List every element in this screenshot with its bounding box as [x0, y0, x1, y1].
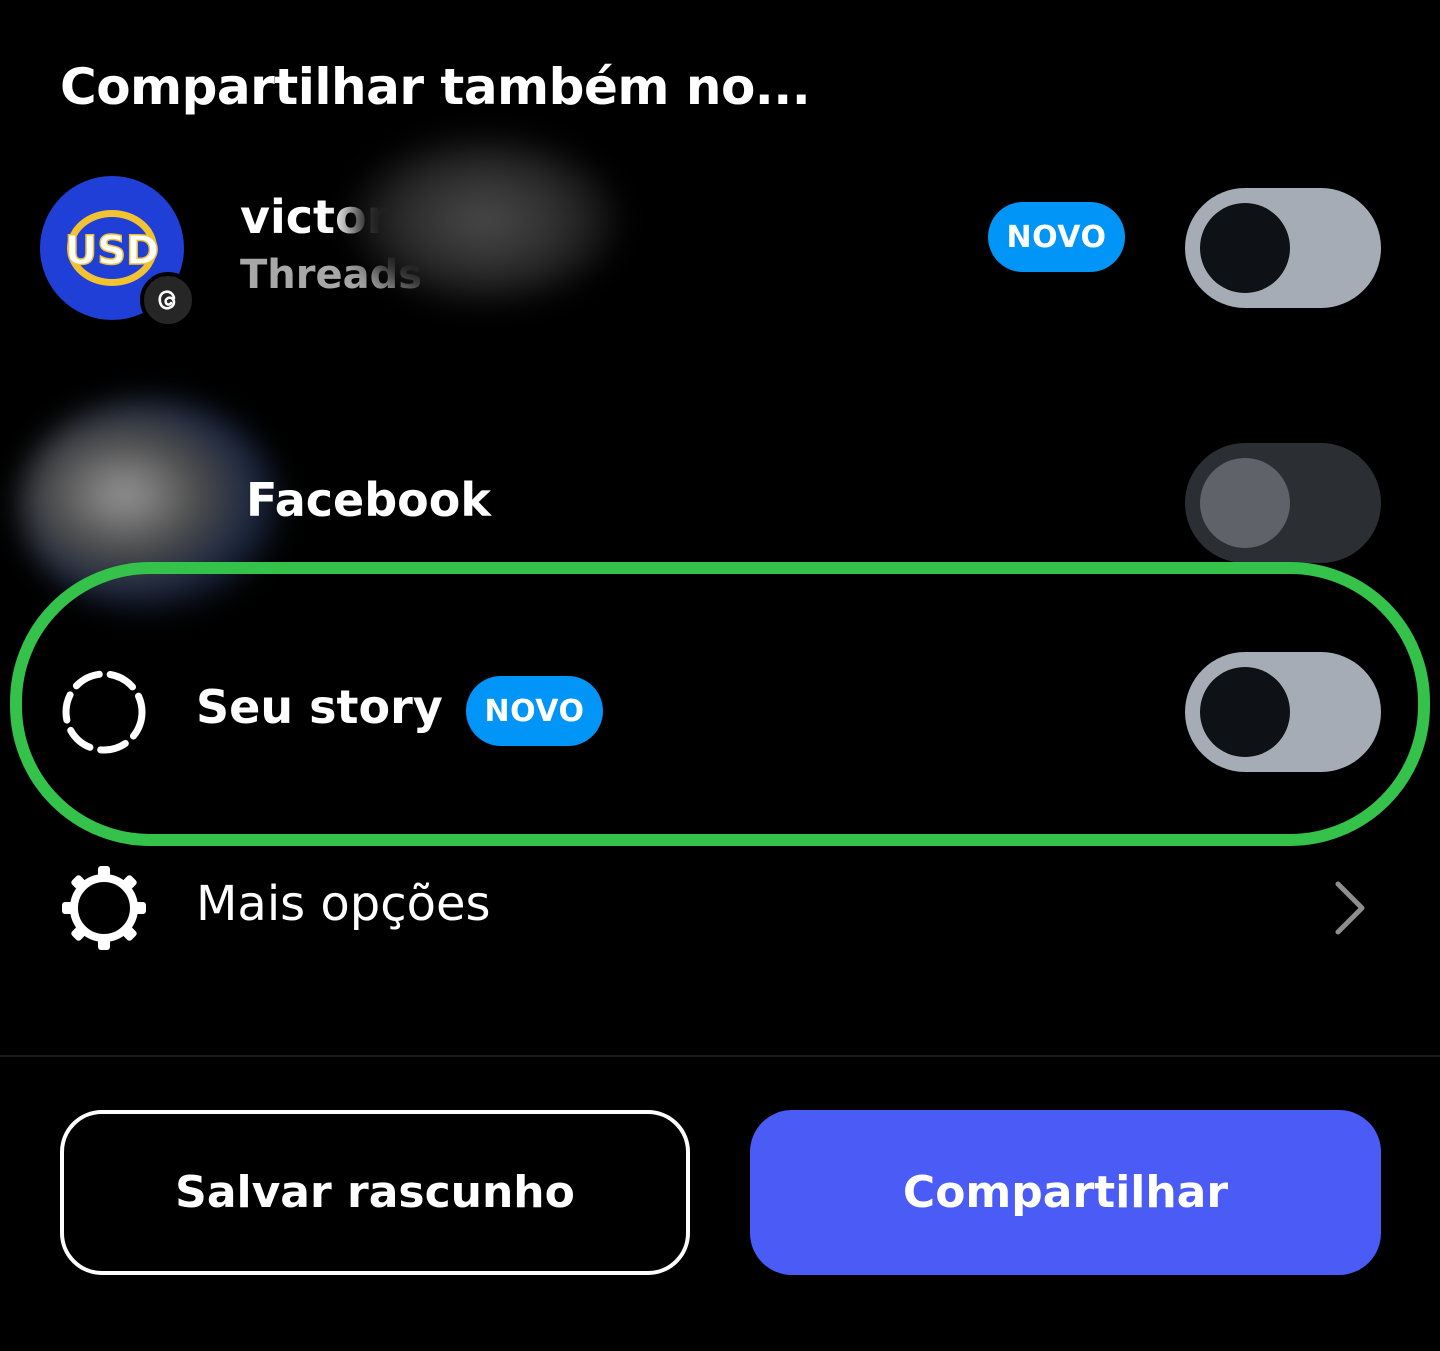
toggle-knob: [1200, 458, 1290, 548]
story-share-toggle[interactable]: [1185, 652, 1381, 772]
chevron-right-icon[interactable]: [1330, 880, 1370, 936]
divider: [0, 1055, 1440, 1057]
toggle-knob: [1200, 667, 1290, 757]
threads-new-badge: NOVO: [988, 202, 1125, 272]
threads-account-avatar: USD: [40, 176, 196, 328]
story-new-badge: NOVO: [466, 676, 603, 746]
facebook-label: Facebook: [246, 473, 491, 527]
toggle-knob: [1200, 203, 1290, 293]
threads-share-toggle[interactable]: [1185, 188, 1381, 308]
share-button[interactable]: Compartilhar: [750, 1110, 1381, 1275]
save-draft-button[interactable]: Salvar rascunho: [60, 1110, 690, 1275]
facebook-share-toggle[interactable]: [1185, 443, 1381, 563]
usd-logo: USD: [64, 210, 160, 286]
story-label: Seu story: [196, 680, 443, 734]
share-also-heading: Compartilhar também no...: [60, 58, 811, 116]
usd-logo-text: USD: [65, 228, 160, 274]
redacted-username-blur: [350, 135, 620, 305]
gear-icon: [62, 866, 146, 950]
story-ring-icon: [62, 670, 146, 754]
more-options-label[interactable]: Mais opções: [196, 876, 491, 932]
threads-icon: [140, 272, 196, 328]
